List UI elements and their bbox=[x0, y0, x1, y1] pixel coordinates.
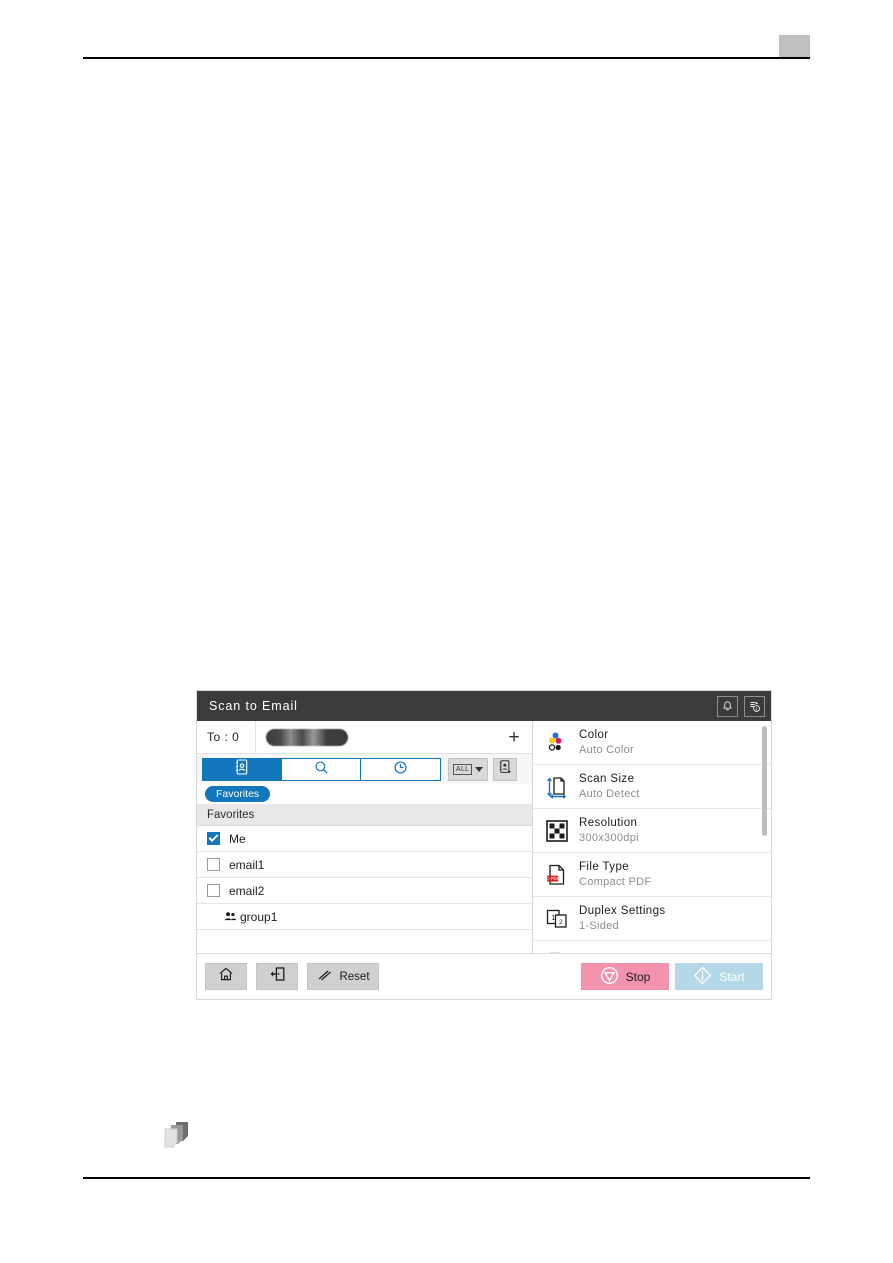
start-icon bbox=[693, 966, 712, 988]
filter-all-label: ALL bbox=[453, 764, 473, 775]
list-item-label: Me bbox=[229, 831, 246, 846]
setting-text: Resolution 300x300dpi bbox=[579, 816, 639, 845]
home-icon bbox=[218, 966, 234, 987]
access-logout-button[interactable] bbox=[256, 963, 298, 990]
start-button[interactable]: Start bbox=[675, 963, 763, 990]
setting-row-file-type[interactable]: C-PDF File Type Compact PDF bbox=[533, 853, 771, 897]
tab-history[interactable] bbox=[361, 759, 440, 780]
recipient-column: To : 0 + ALL Favorites Favorites Me emai… bbox=[197, 721, 533, 953]
list-item[interactable]: group1 bbox=[197, 904, 532, 930]
resolution-icon bbox=[544, 818, 570, 844]
panel-title: Scan to Email bbox=[209, 699, 298, 713]
stop-label: Stop bbox=[625, 969, 651, 984]
checkbox-checked-icon[interactable] bbox=[207, 832, 220, 845]
address-book-icon bbox=[235, 759, 249, 780]
scan-to-email-panel: Scan to Email To : 0 + ALL Favorites Fav… bbox=[196, 690, 772, 1000]
setting-title: Duplex Settings bbox=[579, 905, 666, 918]
setting-row-duplex[interactable]: 1 2 Duplex Settings 1-Sided bbox=[533, 897, 771, 941]
tab-address-book[interactable] bbox=[203, 759, 282, 780]
chevron-down-icon bbox=[475, 767, 484, 772]
panel-footer: Reset Stop Start bbox=[197, 953, 771, 999]
setting-text: Duplex Settings 1-Sided bbox=[579, 904, 666, 933]
checkbox-icon[interactable] bbox=[207, 858, 220, 871]
list-item[interactable]: Me bbox=[197, 826, 532, 852]
list-item[interactable]: email2 bbox=[197, 878, 532, 904]
search-icon bbox=[314, 760, 329, 780]
document-icon bbox=[544, 950, 570, 953]
page-header-marker bbox=[779, 35, 810, 57]
to-row: To : 0 + bbox=[197, 721, 532, 754]
reset-label: Reset bbox=[339, 970, 370, 983]
setting-value: Compact PDF bbox=[579, 875, 652, 888]
reset-slash-icon bbox=[316, 968, 332, 985]
setting-value: Auto Detect bbox=[579, 787, 640, 800]
stop-icon bbox=[600, 966, 619, 988]
address-book-add-icon bbox=[498, 759, 513, 780]
setting-row-color[interactable]: Color Auto Color bbox=[533, 721, 771, 765]
stacked-pages-icon bbox=[162, 1120, 196, 1152]
home-button[interactable] bbox=[205, 963, 247, 990]
setting-text: Color Auto Color bbox=[579, 728, 634, 757]
page-top-rule bbox=[83, 57, 810, 59]
svg-text:1: 1 bbox=[551, 915, 555, 922]
to-divider bbox=[255, 721, 256, 753]
recipient-chip-redacted[interactable] bbox=[266, 728, 348, 746]
settings-scrollbar-thumb[interactable] bbox=[762, 726, 767, 836]
setting-text: Scan Size Auto Detect bbox=[579, 772, 640, 801]
checkbox-icon[interactable] bbox=[207, 884, 220, 897]
panel-titlebar: Scan to Email bbox=[197, 691, 771, 721]
tab-search[interactable] bbox=[282, 759, 361, 780]
register-address-button[interactable] bbox=[493, 758, 518, 781]
job-info-icon[interactable] bbox=[744, 695, 765, 717]
tab-strip: ALL bbox=[197, 754, 532, 784]
notification-bell-icon[interactable] bbox=[717, 695, 738, 717]
logout-door-icon bbox=[269, 966, 286, 987]
scan-size-icon bbox=[544, 774, 570, 800]
duplex-icon: 1 2 bbox=[544, 906, 570, 932]
settings-column: Color Auto Color Scan Size Auto Detect R… bbox=[533, 721, 771, 953]
setting-text: File Type Compact PDF bbox=[579, 860, 651, 889]
list-item-label: email1 bbox=[229, 857, 265, 872]
start-label: Start bbox=[719, 969, 745, 984]
list-item[interactable]: email1 bbox=[197, 852, 532, 878]
recipient-list: Me email1 email2 group1 bbox=[197, 826, 532, 953]
list-header: Favorites bbox=[197, 804, 532, 826]
add-recipient-button[interactable]: + bbox=[502, 728, 532, 747]
panel-body: To : 0 + ALL Favorites Favorites Me emai… bbox=[197, 721, 771, 953]
list-item-label: email2 bbox=[229, 883, 265, 898]
tabs-group bbox=[202, 758, 441, 781]
color-dots-icon bbox=[544, 730, 570, 756]
setting-title: File Type bbox=[579, 861, 630, 874]
setting-title: Color bbox=[579, 729, 609, 742]
filter-all-dropdown[interactable]: ALL bbox=[448, 758, 489, 781]
to-count-label: To : 0 bbox=[207, 730, 240, 744]
setting-value: Auto Color bbox=[579, 743, 634, 756]
setting-value: 1-Sided bbox=[579, 919, 620, 932]
setting-value: 300x300dpi bbox=[579, 831, 639, 844]
setting-row-scan-size[interactable]: Scan Size Auto Detect bbox=[533, 765, 771, 809]
file-type-pdf-icon: C-PDF bbox=[544, 862, 570, 888]
setting-title: Scan Size bbox=[579, 773, 635, 786]
settings-scrollbar[interactable] bbox=[762, 723, 769, 951]
reset-button[interactable]: Reset bbox=[307, 963, 379, 990]
history-clock-icon bbox=[393, 760, 408, 780]
group-people-icon bbox=[224, 911, 237, 923]
list-item-label: group1 bbox=[240, 909, 278, 924]
svg-text:2: 2 bbox=[559, 919, 563, 926]
breadcrumb: Favorites bbox=[197, 784, 532, 804]
breadcrumb-current[interactable]: Favorites bbox=[205, 786, 271, 802]
stop-button[interactable]: Stop bbox=[581, 963, 669, 990]
setting-title: Resolution bbox=[579, 817, 638, 830]
setting-row-document-name[interactable]: Document Name / Subject / Other bbox=[533, 941, 771, 953]
page-bottom-rule bbox=[83, 1177, 810, 1179]
svg-text:C-PDF: C-PDF bbox=[546, 876, 560, 881]
setting-row-resolution[interactable]: Resolution 300x300dpi bbox=[533, 809, 771, 853]
